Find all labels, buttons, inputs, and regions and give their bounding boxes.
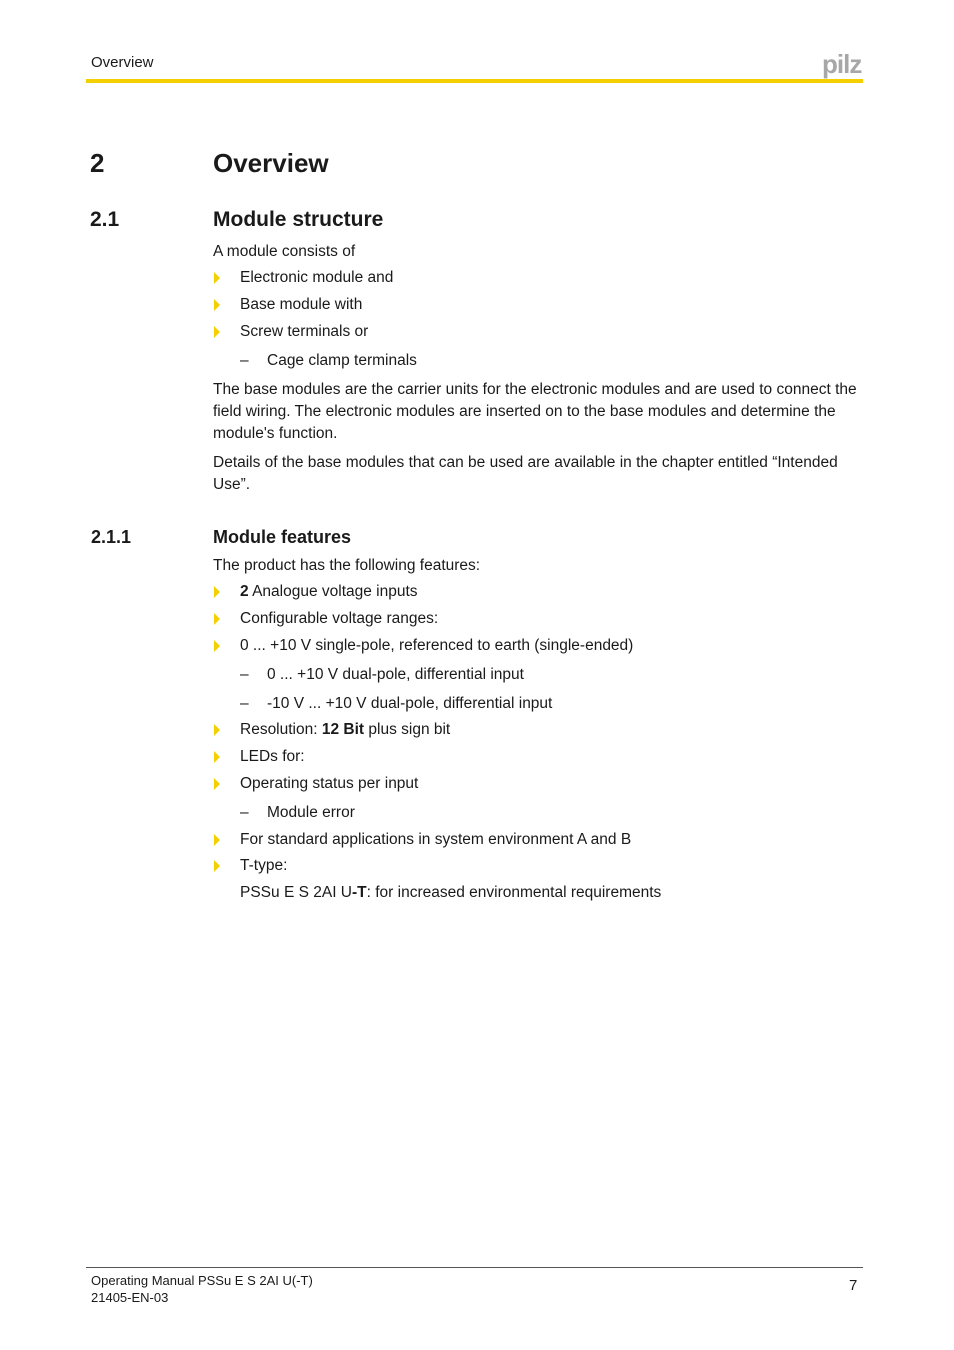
- subsection-number: 2.1.1: [91, 527, 132, 547]
- subsection-title: Module features: [213, 527, 352, 547]
- section-title: Module structure: [213, 208, 384, 231]
- chapter-number: 2: [90, 148, 105, 178]
- dash-bullet-icon: –: [240, 352, 249, 369]
- bullet-arrow-icon: [214, 778, 220, 790]
- subsection-intro: The product has the following features:: [213, 557, 481, 574]
- bullet-arrow-icon: [214, 299, 220, 311]
- dash-bullet-icon: –: [240, 695, 249, 712]
- bullet-arrow-icon: [214, 860, 220, 872]
- page-number: 7: [849, 1277, 858, 1294]
- bullet-arrow-icon: [214, 272, 220, 284]
- bullet-arrow-icon: [214, 751, 220, 763]
- bullet-arrow-icon: [214, 724, 220, 736]
- section-number: 2.1: [90, 208, 120, 231]
- header-divider: [86, 79, 863, 83]
- paragraph: The base modules are the carrier units f…: [213, 381, 857, 442]
- bullet-arrow-icon: [214, 640, 220, 652]
- pilz-logo: pilz: [822, 49, 862, 79]
- footer-document-title: Operating Manual PSSu E S 2AI U(-T): [91, 1273, 313, 1288]
- dash-bullet-icon: –: [240, 804, 249, 821]
- dash-bullet-icon: –: [240, 666, 249, 683]
- running-header: Overview: [91, 54, 154, 71]
- footer-document-number: 21405-EN-03: [91, 1290, 169, 1305]
- bullet-arrow-icon: [214, 326, 220, 338]
- bullet-arrow-icon: [214, 586, 220, 598]
- bullet-arrow-icon: [214, 834, 220, 846]
- footer-divider: [86, 1267, 863, 1268]
- chapter-title: Overview: [213, 148, 329, 178]
- paragraph: Details of the base modules that can be …: [213, 454, 838, 493]
- bullet-arrow-icon: [214, 613, 220, 625]
- section-intro: A module consists of: [213, 243, 356, 260]
